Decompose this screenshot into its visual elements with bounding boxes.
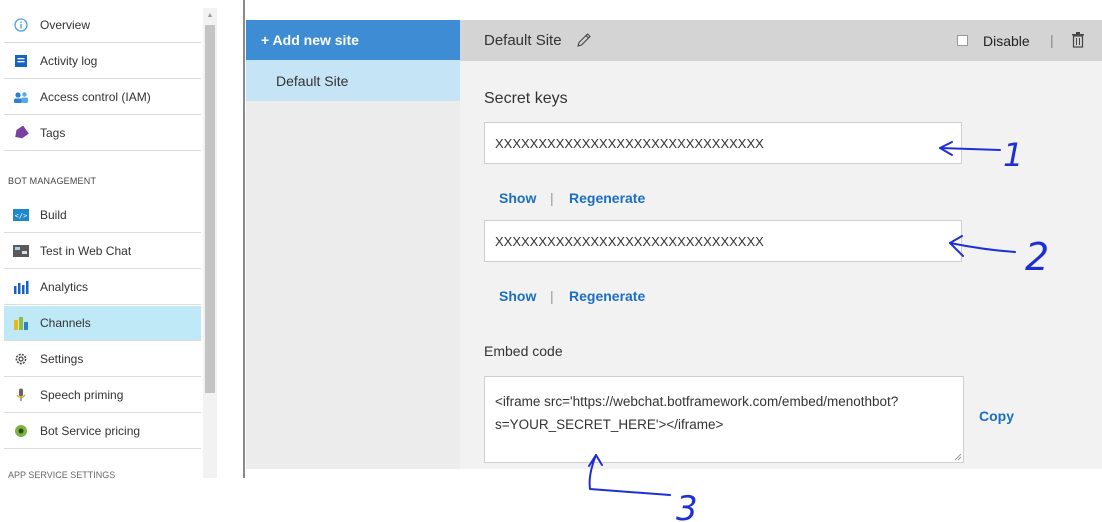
tag-icon: [13, 125, 29, 141]
nav-item-overview[interactable]: Overview: [4, 8, 201, 43]
nav-item-activity-log[interactable]: Activity log: [4, 44, 201, 79]
embed-code-line-1: <iframe src='https://webchat.botframewor…: [495, 394, 899, 409]
svg-text:</>: </>: [15, 212, 28, 220]
site-item-default[interactable]: Default Site: [246, 60, 460, 101]
nav-item-label: Test in Web Chat: [40, 244, 132, 258]
blade-divider: [243, 0, 245, 478]
annotation-number-3: 3: [676, 489, 698, 522]
disable-label: Disable: [983, 33, 1030, 49]
nav-item-label: Speech priming: [40, 388, 124, 402]
nav-item-channels[interactable]: Channels: [4, 306, 201, 341]
secret-key-1-input[interactable]: [484, 122, 962, 164]
nav-item-speech-priming[interactable]: Speech priming: [4, 378, 201, 413]
bar-chart-icon: [13, 279, 29, 295]
regenerate-key-2-link[interactable]: Regenerate: [569, 288, 645, 304]
nav-item-access-control[interactable]: Access control (IAM): [4, 80, 201, 115]
nav-item-test-web-chat[interactable]: Test in Web Chat: [4, 234, 201, 269]
nav-item-bot-service-pricing[interactable]: Bot Service pricing: [4, 414, 201, 449]
site-config-panel: Default Site Disable | Secret keys Show …: [460, 20, 1102, 469]
nav-item-label: Build: [40, 208, 67, 222]
nav-item-build[interactable]: </> Build: [4, 198, 201, 233]
embed-code-line-2: s=YOUR_SECRET_HERE'></iframe>: [495, 417, 724, 432]
nav-section-bot-management: BOT MANAGEMENT: [8, 176, 97, 186]
nav-item-label: Bot Service pricing: [40, 424, 141, 438]
secret-keys-title: Secret keys: [484, 90, 568, 107]
header-separator: |: [1050, 32, 1054, 48]
show-key-1-link[interactable]: Show: [499, 190, 536, 206]
left-nav: Overview Activity log Access control (IA…: [0, 0, 203, 478]
pricing-icon: [13, 423, 29, 439]
code-icon: </>: [13, 207, 29, 223]
gear-icon: [13, 351, 29, 367]
info-icon: [13, 17, 29, 33]
link-separator: |: [550, 190, 554, 206]
nav-item-label: Access control (IAM): [40, 90, 151, 104]
nav-item-label: Settings: [40, 352, 84, 366]
scroll-thumb[interactable]: [205, 25, 215, 393]
speech-icon: [13, 387, 29, 403]
secret-key-2-input[interactable]: [484, 220, 962, 262]
trash-icon[interactable]: [1071, 32, 1085, 48]
embed-code-textarea[interactable]: <iframe src='https://webchat.botframewor…: [484, 376, 964, 463]
nav-item-analytics[interactable]: Analytics: [4, 270, 201, 305]
site-title: Default Site: [484, 32, 562, 49]
copy-embed-button[interactable]: Copy: [979, 408, 1014, 424]
nav-item-label: Channels: [40, 316, 91, 330]
resize-grip-icon[interactable]: [954, 453, 962, 461]
sites-column: + Add new site Default Site: [246, 20, 460, 469]
nav-scrollbar[interactable]: ▲: [203, 8, 217, 478]
add-new-site-button[interactable]: + Add new site: [246, 20, 460, 60]
regenerate-key-1-link[interactable]: Regenerate: [569, 190, 645, 206]
show-key-2-link[interactable]: Show: [499, 288, 536, 304]
nav-item-label: Analytics: [40, 280, 89, 294]
nav-item-settings[interactable]: Settings: [4, 342, 201, 377]
log-icon: [13, 53, 29, 69]
nav-item-label: Overview: [40, 18, 91, 32]
scroll-up-icon[interactable]: ▲: [203, 8, 217, 22]
nav-item-tags[interactable]: Tags: [4, 116, 201, 151]
nav-item-label: Activity log: [40, 54, 98, 68]
nav-item-label: Tags: [40, 126, 66, 140]
people-icon: [13, 89, 29, 105]
channels-icon: [13, 315, 29, 331]
nav-section-app-service-settings: APP SERVICE SETTINGS: [8, 470, 116, 478]
chat-icon: [13, 243, 29, 259]
disable-checkbox[interactable]: [957, 35, 968, 46]
edit-pencil-icon[interactable]: [576, 32, 592, 48]
link-separator: |: [550, 288, 554, 304]
embed-code-title: Embed code: [484, 343, 563, 359]
panel-header: Default Site Disable |: [460, 20, 1102, 61]
